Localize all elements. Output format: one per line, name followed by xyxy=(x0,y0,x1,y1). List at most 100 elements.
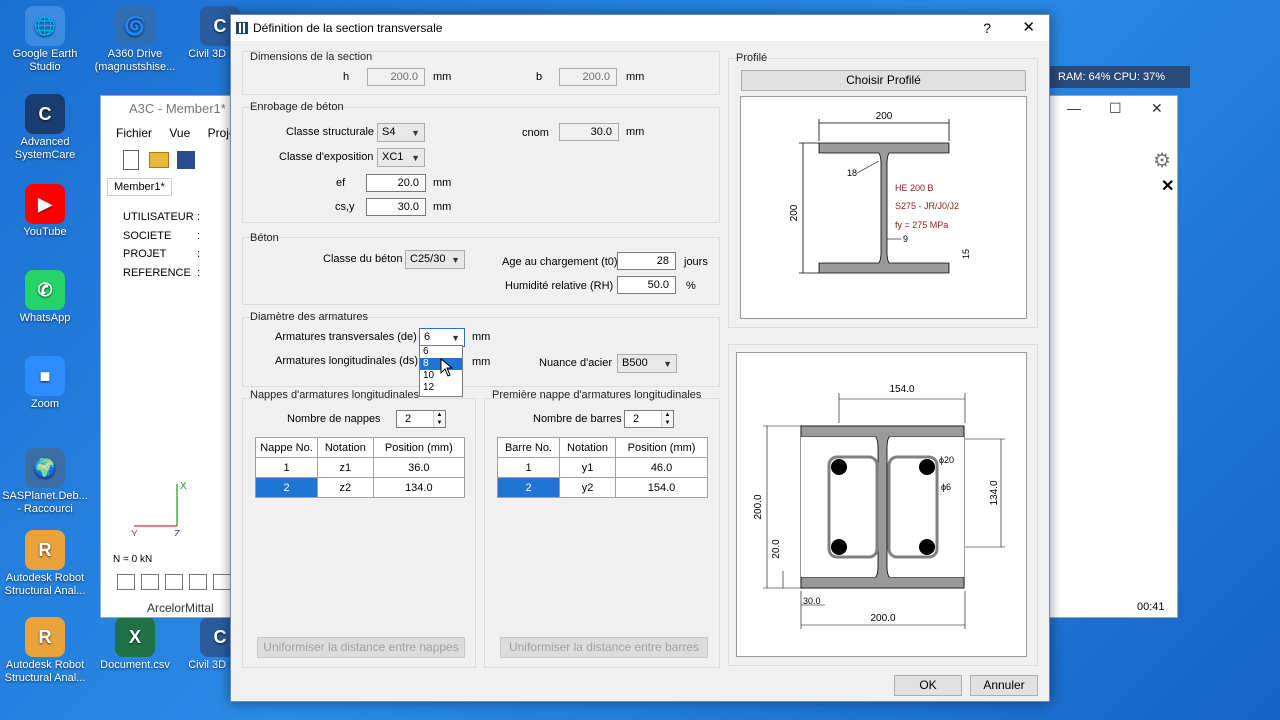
table-header-row: Barre No. Notation Position (mm) xyxy=(497,437,708,458)
table-cell[interactable]: 1 xyxy=(255,457,318,478)
section-dim-bottom: 200.0 xyxy=(870,613,895,624)
ok-button[interactable]: OK xyxy=(894,675,962,696)
table-cell[interactable]: 2 xyxy=(255,477,318,498)
premiere-nappe-group-label: Première nappe d'armatures longitudinale… xyxy=(492,389,702,401)
table-cell[interactable]: 1 xyxy=(497,457,560,478)
choisir-profile-button[interactable]: Choisir Profilé xyxy=(741,70,1026,91)
ef-input[interactable]: 20.0 xyxy=(366,174,426,192)
desktop-icon[interactable]: ■ Zoom xyxy=(0,356,90,411)
table-cell[interactable]: y1 xyxy=(558,457,617,478)
desktop-icon[interactable]: ✆ WhatsApp xyxy=(0,270,90,325)
info-label: REFERENCE xyxy=(123,266,191,279)
humidite-input[interactable]: 50.0 xyxy=(617,276,676,294)
menu-fichier[interactable]: Fichier xyxy=(116,126,152,140)
cnom-input[interactable]: 30.0 xyxy=(559,123,619,141)
section-drawing-panel: 154.0 200.0 134.0 200.0 20.0 30.0 ϕ20 ϕ6 xyxy=(736,352,1027,657)
uniformiser-barres-button[interactable]: Uniformiser la distance entre barres xyxy=(500,637,708,658)
desktop-icon[interactable]: X Document.csv xyxy=(90,617,180,672)
menu-vue[interactable]: Vue xyxy=(169,126,190,140)
table-row[interactable]: 2 y2 154.0 xyxy=(497,477,708,498)
cnom-unit: mm xyxy=(626,126,645,138)
app-icon: 🌐 xyxy=(25,6,65,46)
table-cell[interactable]: z1 xyxy=(317,457,374,478)
close-icon[interactable]: ✕ xyxy=(1151,100,1163,117)
nombre-barres-spinner[interactable]: 2 ▲ ▼ xyxy=(624,410,674,428)
table-header: Notation xyxy=(317,437,374,458)
section-dim-left: 200.0 xyxy=(753,494,764,519)
profile-web-thickness: 9 xyxy=(903,234,908,244)
table-header: Position (mm) xyxy=(372,437,466,458)
ef-unit: mm xyxy=(433,177,452,189)
desktop-icon-label: Autodesk Robot Structural Anal... xyxy=(4,572,86,597)
app-icon: C xyxy=(25,94,65,134)
table-cell[interactable]: 36.0 xyxy=(372,457,466,478)
desktop-icon[interactable]: 🌐 Google Earth Studio xyxy=(0,6,90,74)
table-cell[interactable]: 134.0 xyxy=(372,477,466,498)
table-cell[interactable]: z2 xyxy=(317,477,374,498)
nuance-acier-select[interactable]: B500 ▼ xyxy=(617,354,677,373)
member-tab[interactable]: Member1* xyxy=(107,178,172,196)
table-row[interactable]: 1 z1 36.0 xyxy=(255,457,466,478)
uniformiser-nappes-button[interactable]: Uniformiser la distance entre nappes xyxy=(257,637,465,658)
profile-fy: fy = 275 MPa xyxy=(895,220,948,230)
age-input[interactable]: 28 xyxy=(617,252,676,270)
nombre-nappes-spinner[interactable]: 2 ▲ ▼ xyxy=(396,410,446,428)
app-icon: ✆ xyxy=(25,270,65,310)
close-icon[interactable]: ✕ xyxy=(1022,15,1035,41)
desktop-icon[interactable]: R Autodesk Robot Structural Anal... xyxy=(0,617,90,685)
desktop-icon[interactable]: 🌀 A360 Drive (magnustshise... xyxy=(90,6,180,74)
app-icon: R xyxy=(25,617,65,657)
desktop-icon[interactable]: ▶ YouTube xyxy=(0,184,90,239)
table-cell[interactable]: y2 xyxy=(558,477,617,498)
table-cell[interactable]: 2 xyxy=(497,477,560,498)
help-icon[interactable]: ? xyxy=(983,15,991,41)
table-cell[interactable]: 154.0 xyxy=(615,477,708,498)
app-icon: ■ xyxy=(25,356,65,396)
cancel-button[interactable]: Annuler xyxy=(970,675,1038,696)
desktop-icon[interactable]: 🌍 SASPlanet.Deb... - Raccourci xyxy=(0,448,90,516)
axis-x-label: X xyxy=(180,481,187,492)
settings-gear-icon[interactable]: ⚙ xyxy=(1153,148,1171,173)
spin-arrows-icon[interactable]: ▲ ▼ xyxy=(661,411,673,427)
new-file-icon[interactable] xyxy=(123,150,139,170)
mouse-cursor-icon xyxy=(440,358,454,377)
b-unit: mm xyxy=(626,71,645,83)
profile-drawing-panel: 200 200 18 9 15 HE 200 B S275 - JR/J0/J2… xyxy=(740,96,1027,319)
desktop-icon-label: Advanced SystemCare xyxy=(14,136,76,161)
spin-arrows-icon[interactable]: ▲ ▼ xyxy=(433,411,445,427)
tool-icon[interactable] xyxy=(213,574,231,590)
table-row[interactable]: 1 y1 46.0 xyxy=(497,457,708,478)
desktop-icon[interactable]: R Autodesk Robot Structural Anal... xyxy=(0,530,90,598)
maximize-icon[interactable]: ☐ xyxy=(1109,100,1122,117)
tool-icon[interactable] xyxy=(189,574,207,590)
classe-structurale-select[interactable]: S4 ▼ xyxy=(377,123,425,142)
section-dim-right: 134.0 xyxy=(989,480,1000,505)
csy-input[interactable]: 30.0 xyxy=(366,198,426,216)
dialog-titlebar: Définition de la section transversale ? … xyxy=(231,15,1049,41)
dropdown-option[interactable]: 12 xyxy=(420,382,462,394)
tool-icon[interactable] xyxy=(141,574,159,590)
dropdown-option[interactable]: 6 xyxy=(420,346,462,358)
table-row[interactable]: 2 z2 134.0 xyxy=(255,477,466,498)
table-cell[interactable]: 46.0 xyxy=(615,457,708,478)
minimize-icon[interactable]: — xyxy=(1067,100,1081,116)
b-input[interactable]: 200.0 xyxy=(559,68,617,86)
humidite-label: Humidité relative (RH) xyxy=(505,280,614,292)
cnom-label: cnom xyxy=(522,127,549,139)
h-input[interactable]: 200.0 xyxy=(367,68,425,86)
panel-close-icon[interactable]: ✕ xyxy=(1161,176,1174,196)
desktop-icon[interactable]: C Advanced SystemCare xyxy=(0,94,90,162)
desktop-icon-label: YouTube xyxy=(23,226,67,238)
save-icon[interactable] xyxy=(177,151,195,169)
nappes-table: Nappe No. Notation Position (mm) 1 z1 36… xyxy=(255,437,466,498)
nappes-group-label: Nappes d'armatures longitudinales xyxy=(250,389,420,401)
tool-icon[interactable] xyxy=(165,574,183,590)
classe-beton-select[interactable]: C25/30 ▼ xyxy=(405,250,465,269)
classe-exposition-select[interactable]: XC1 ▼ xyxy=(377,148,425,167)
open-folder-icon[interactable] xyxy=(149,152,169,168)
armatures-longitudinales-label: Armatures longitudinales (ds) xyxy=(275,355,419,367)
chevron-down-icon: ▼ xyxy=(451,255,460,265)
desktop-icon-label: SASPlanet.Deb... - Raccourci xyxy=(2,490,88,515)
section-bar-diameter: ϕ20 xyxy=(939,455,954,465)
tool-icon[interactable] xyxy=(117,574,135,590)
